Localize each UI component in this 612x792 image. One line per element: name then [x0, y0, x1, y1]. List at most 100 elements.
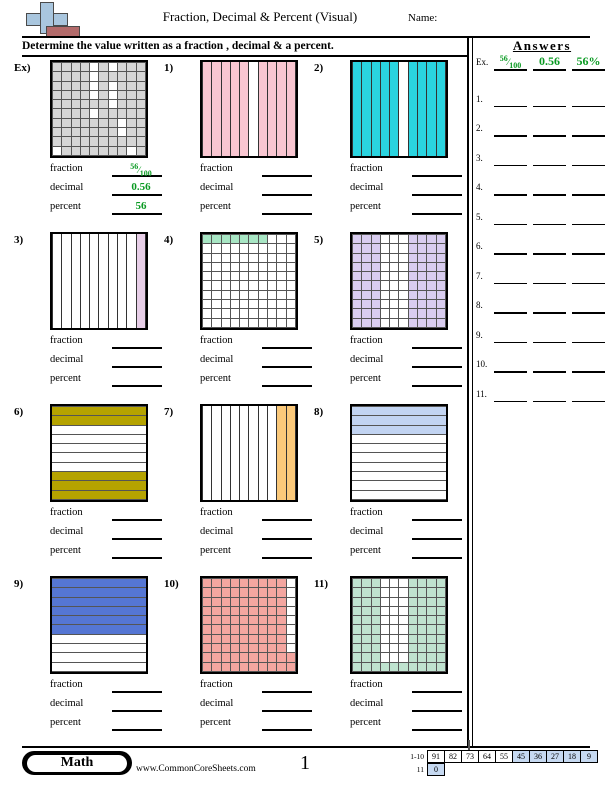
blank-decimal[interactable] — [112, 366, 162, 368]
blank-percent[interactable] — [412, 385, 462, 387]
answer-blank-3[interactable] — [572, 253, 605, 255]
answer-blank-3[interactable] — [572, 194, 605, 196]
blank-fraction[interactable] — [262, 691, 312, 693]
blank-fraction[interactable] — [412, 175, 462, 177]
answer-blank-1[interactable] — [494, 312, 527, 314]
grid-cell — [51, 117, 63, 129]
blank-percent[interactable] — [262, 557, 312, 559]
answer-blank-2[interactable] — [533, 371, 566, 373]
blank-fraction[interactable] — [112, 519, 162, 521]
answer-row: 10. — [476, 349, 608, 379]
answer-blank-3[interactable] — [572, 223, 605, 225]
answer-blank-2[interactable] — [533, 282, 566, 284]
blank-percent[interactable] — [262, 213, 312, 215]
answer-blank-3[interactable] — [572, 164, 605, 166]
blank-decimal[interactable] — [262, 538, 312, 540]
answer-blank-1[interactable] — [494, 135, 527, 137]
blank-decimal[interactable] — [262, 366, 312, 368]
problem-number: 1) — [164, 62, 174, 74]
answer-blank-2[interactable] — [533, 164, 566, 166]
answer-blank-1[interactable] — [494, 253, 527, 255]
answer-blank-2[interactable] — [533, 135, 566, 137]
answer-blank-1[interactable] — [494, 194, 527, 196]
grid-cell — [61, 80, 72, 91]
grid-cell — [398, 271, 409, 282]
blank-decimal[interactable] — [412, 538, 462, 540]
blank-fraction[interactable] — [112, 347, 162, 349]
answer-blank-2[interactable] — [533, 341, 566, 343]
grid-cell — [267, 633, 278, 645]
blank-percent[interactable] — [412, 557, 462, 559]
blank-percent[interactable] — [112, 557, 162, 559]
grid-cell — [89, 80, 100, 91]
blank-percent[interactable] — [112, 385, 162, 387]
grid-cell — [239, 615, 250, 626]
answer-blank-3[interactable] — [572, 371, 605, 373]
answer-blank-1[interactable] — [494, 223, 527, 225]
blank-percent[interactable] — [112, 213, 162, 215]
answer-blank-2[interactable] — [533, 223, 566, 225]
answer-blank-1[interactable] — [494, 371, 527, 373]
blank-percent[interactable] — [262, 729, 312, 731]
grid-cell — [79, 145, 91, 157]
blank-decimal[interactable] — [412, 710, 462, 712]
answer-line-percent: percent — [200, 200, 312, 219]
answer-row: 9. — [476, 320, 608, 350]
blank-fraction[interactable] — [262, 175, 312, 177]
shaded-grid — [200, 576, 298, 674]
grid-cell — [435, 633, 447, 645]
scale-score-cell: 82 — [444, 750, 462, 763]
blank-percent[interactable] — [112, 729, 162, 731]
answer-blank-1[interactable] — [494, 341, 527, 343]
answer-blank-2 — [533, 69, 566, 71]
grid-cell — [417, 243, 428, 254]
blank-fraction[interactable] — [262, 347, 312, 349]
answer-blank-1[interactable] — [494, 282, 527, 284]
blank-decimal[interactable] — [412, 366, 462, 368]
page-title: Fraction, Decimal & Percent (Visual) — [162, 9, 358, 24]
shaded-grid — [350, 232, 448, 330]
grid-cell — [257, 661, 269, 673]
grid-cell — [370, 661, 381, 673]
grid-cell — [398, 308, 409, 319]
answer-blank-3[interactable] — [572, 341, 605, 343]
blank-decimal[interactable] — [412, 194, 462, 196]
answer-blank-1[interactable] — [494, 105, 527, 107]
blank-fraction[interactable] — [412, 347, 462, 349]
blank-decimal[interactable] — [112, 710, 162, 712]
answer-blank-2[interactable] — [533, 194, 566, 196]
answer-blank-3[interactable] — [572, 135, 605, 137]
grid-cell — [276, 605, 287, 617]
grid-cell — [398, 317, 409, 329]
answer-blank-3[interactable] — [572, 400, 605, 402]
answer-blank-1[interactable] — [494, 400, 527, 402]
answer-blank-2[interactable] — [533, 400, 566, 402]
blank-decimal[interactable] — [112, 538, 162, 540]
blank-fraction[interactable] — [262, 519, 312, 521]
blank-fraction[interactable] — [112, 691, 162, 693]
answer-blank-1[interactable] — [494, 164, 527, 166]
grid-cell — [248, 317, 259, 329]
blank-decimal[interactable] — [262, 710, 312, 712]
blank-fraction[interactable] — [412, 519, 462, 521]
blank-percent[interactable] — [262, 385, 312, 387]
answer-blank-3[interactable] — [572, 282, 605, 284]
answer-index: 5. — [476, 211, 483, 222]
blank-decimal[interactable] — [112, 194, 162, 196]
answer-blank-2[interactable] — [533, 105, 566, 107]
answer-blank-3[interactable] — [572, 105, 605, 107]
grid-cell — [389, 596, 400, 607]
grid-cell — [285, 243, 297, 254]
grid-cell — [276, 652, 287, 663]
answer-blank-2[interactable] — [533, 312, 566, 314]
blank-fraction[interactable] — [412, 691, 462, 693]
grid-cell — [379, 243, 391, 254]
blank-decimal[interactable] — [262, 194, 312, 196]
answer-blank-3[interactable] — [572, 312, 605, 314]
grid-cell — [79, 71, 91, 82]
answer-blank-2[interactable] — [533, 253, 566, 255]
scale-score-cell: 18 — [563, 750, 581, 763]
blank-percent[interactable] — [412, 213, 462, 215]
blank-percent[interactable] — [412, 729, 462, 731]
grid-cell — [407, 317, 419, 329]
